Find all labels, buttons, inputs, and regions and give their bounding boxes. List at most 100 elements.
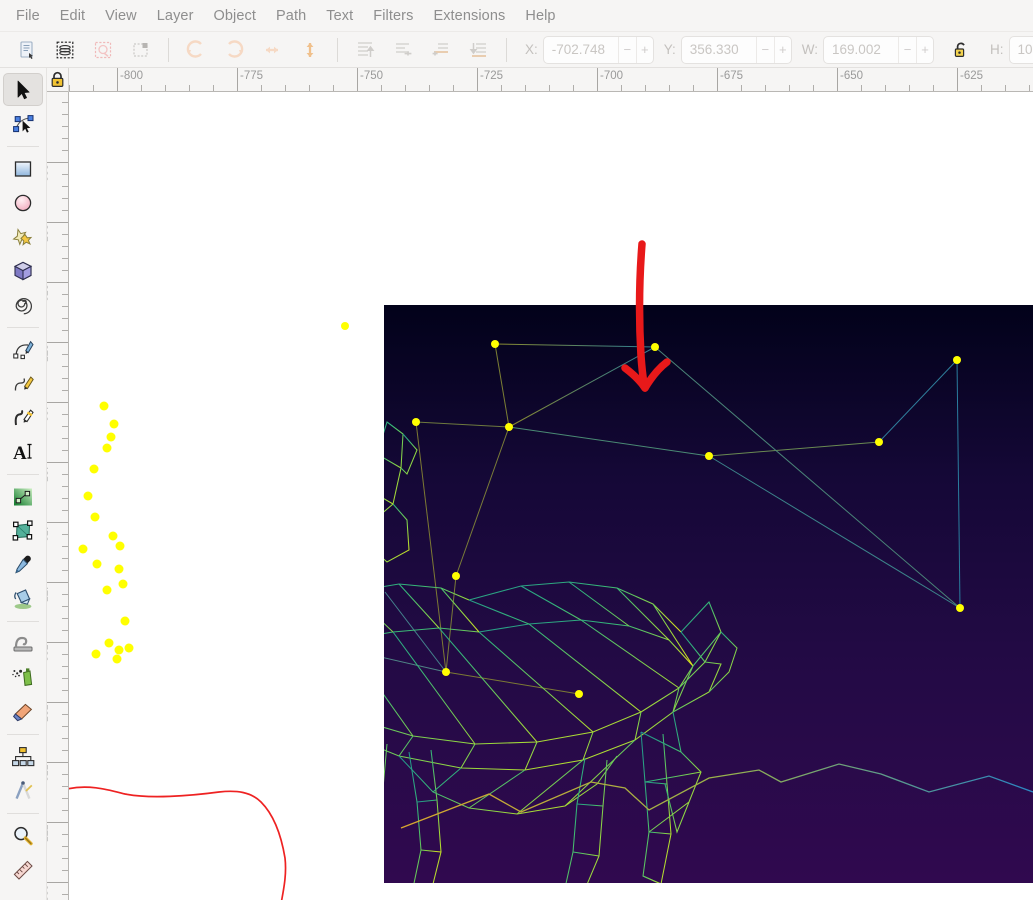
zoom-tool[interactable] xyxy=(3,819,43,852)
ruler-tick-minor xyxy=(1029,85,1030,91)
ruler-tick-minor xyxy=(62,354,68,355)
menu-help[interactable]: Help xyxy=(515,4,565,28)
y-field-spinner[interactable]: − + xyxy=(755,36,791,63)
menu-extensions[interactable]: Extensions xyxy=(423,4,515,28)
select-all-in-all-layers-button[interactable] xyxy=(48,35,82,65)
ruler-label: 425 xyxy=(47,464,48,482)
rotate-ccw-button[interactable] xyxy=(179,35,213,65)
select-all-button[interactable] xyxy=(10,35,44,65)
x-spin-up[interactable]: + xyxy=(635,36,653,63)
ruler-tick-minor xyxy=(285,85,286,91)
vertical-ruler[interactable]: 300 325 350 375 400 425 450 475 500 525 550 575 600 xyxy=(47,92,69,900)
ruler-label: -725 xyxy=(480,70,504,82)
tweak-tool[interactable] xyxy=(3,627,43,660)
edit-selection-box-button[interactable] xyxy=(124,35,158,65)
menu-edit[interactable]: Edit xyxy=(50,4,95,28)
spray-tool[interactable] xyxy=(3,661,43,694)
x-field-value[interactable]: -702.748 xyxy=(544,42,618,57)
box3d-tool[interactable] xyxy=(3,254,43,287)
ruler-tick-minor xyxy=(62,198,68,199)
rotate-cw-button[interactable] xyxy=(217,35,251,65)
drawing-canvas[interactable] xyxy=(69,92,1033,900)
menu-view[interactable]: View xyxy=(95,4,147,28)
calligraphy-tool[interactable] xyxy=(3,401,43,434)
mesh-gradient-tool[interactable] xyxy=(3,514,43,547)
ruler-label: 325 xyxy=(47,224,48,242)
raise-button[interactable] xyxy=(386,35,420,65)
width-field-value[interactable]: 169.002 xyxy=(824,42,898,57)
width-field-spinner[interactable]: − + xyxy=(898,36,933,63)
scatter-star xyxy=(341,322,349,330)
measure-tool[interactable] xyxy=(3,774,43,807)
flip-vertical-button[interactable] xyxy=(293,35,327,65)
star xyxy=(442,668,450,676)
width-field[interactable]: 169.002 − + xyxy=(823,35,935,64)
dropper-tool[interactable] xyxy=(3,548,43,581)
ruler-corner-lock[interactable] xyxy=(47,68,69,92)
ruler-tick-minor xyxy=(62,450,68,451)
deselect-button[interactable] xyxy=(86,35,120,65)
height-field-value[interactable]: 107.96 xyxy=(1010,42,1033,57)
ellipse-tool[interactable] xyxy=(3,186,43,219)
width-spin-down[interactable]: − xyxy=(899,37,916,63)
menu-object[interactable]: Object xyxy=(204,4,267,28)
menu-text[interactable]: Text xyxy=(316,4,363,28)
text-tool[interactable]: A xyxy=(3,435,43,468)
x-spin-down[interactable]: − xyxy=(619,37,636,63)
node-editor-tool[interactable] xyxy=(3,107,43,140)
scatter-star xyxy=(106,432,116,442)
horizontal-ruler[interactable]: -800-775-750-725-700-675-650-625-600-575… xyxy=(69,68,1033,92)
ruler-tick-minor xyxy=(429,85,430,91)
ruler-tick-minor xyxy=(789,85,790,91)
flip-horizontal-button[interactable] xyxy=(255,35,289,65)
star-tool[interactable] xyxy=(3,220,43,253)
ruler-tool[interactable] xyxy=(3,853,43,886)
eraser-tool[interactable] xyxy=(3,695,43,728)
x-field[interactable]: -702.748 − + xyxy=(542,35,654,64)
raise-to-top-button[interactable] xyxy=(348,35,382,65)
ruler-tick-minor xyxy=(693,85,694,91)
lower-to-bottom-button[interactable] xyxy=(462,35,496,65)
connector-tool[interactable] xyxy=(3,740,43,773)
ruler-tick-minor xyxy=(93,85,94,91)
height-field[interactable]: 107.96 xyxy=(1008,35,1033,64)
ruler-tick-minor xyxy=(62,270,68,271)
ruler-label: 450 xyxy=(47,524,48,542)
ruler-tick-major xyxy=(47,342,68,343)
lower-button[interactable] xyxy=(424,35,458,65)
lock-aspect-ratio-toggle[interactable] xyxy=(944,35,978,65)
ruler-tick-minor xyxy=(62,594,68,595)
ruler-tick-minor xyxy=(909,85,910,91)
selector-tool[interactable] xyxy=(3,73,43,106)
scatter-star xyxy=(124,643,134,653)
x-coordinate-group: X: -702.748 − + xyxy=(519,35,654,64)
ruler-tick-minor xyxy=(62,654,68,655)
y-field-value[interactable]: 356.330 xyxy=(682,42,756,57)
x-field-spinner[interactable]: − + xyxy=(617,36,653,63)
rectangle-tool[interactable] xyxy=(3,152,43,185)
menu-layer[interactable]: Layer xyxy=(147,4,204,28)
menu-filters[interactable]: Filters xyxy=(363,4,423,28)
y-spin-down[interactable]: − xyxy=(757,37,774,63)
width-spin-up[interactable]: + xyxy=(916,36,933,63)
ruler-label: 400 xyxy=(47,404,48,422)
ruler-tick-minor xyxy=(62,150,68,151)
ruler-tick-minor xyxy=(261,85,262,91)
spiral-tool[interactable] xyxy=(3,288,43,321)
ruler-label: -700 xyxy=(600,70,624,82)
y-field[interactable]: 356.330 − + xyxy=(680,35,792,64)
star xyxy=(575,690,583,698)
height-group: H: 107.96 xyxy=(984,35,1033,64)
ruler-tick-minor xyxy=(62,366,68,367)
ruler-label: -750 xyxy=(360,70,384,82)
y-spin-up[interactable]: + xyxy=(773,36,791,63)
menu-path[interactable]: Path xyxy=(266,4,316,28)
menu-file[interactable]: File xyxy=(6,4,50,28)
paint-bucket-tool[interactable] xyxy=(3,582,43,615)
ruler-label: 550 xyxy=(47,764,48,782)
ruler-tick-major xyxy=(47,822,68,823)
ruler-tick-major xyxy=(47,222,68,223)
bezier-pen-tool[interactable] xyxy=(3,333,43,366)
pencil-tool[interactable] xyxy=(3,367,43,400)
gradient-tool[interactable] xyxy=(3,480,43,513)
